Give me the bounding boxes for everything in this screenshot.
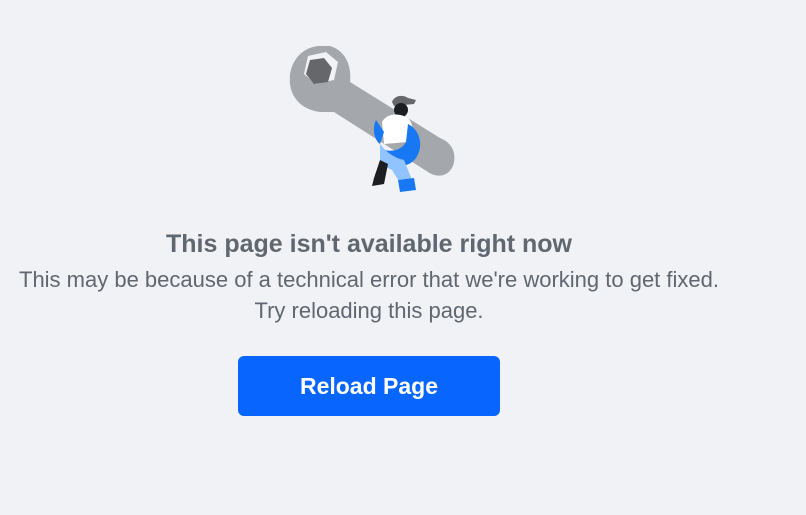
error-page: This page isn't available right now This…: [0, 0, 806, 515]
error-message: This may be because of a technical error…: [19, 267, 719, 323]
reload-page-button[interactable]: Reload Page: [238, 356, 500, 416]
wrench-worker-illustration: [289, 46, 455, 192]
page-title: This page isn't available right now: [165, 230, 573, 258]
error-content: This page isn't available right now This…: [0, 226, 738, 326]
wrench-icon: [289, 46, 455, 176]
